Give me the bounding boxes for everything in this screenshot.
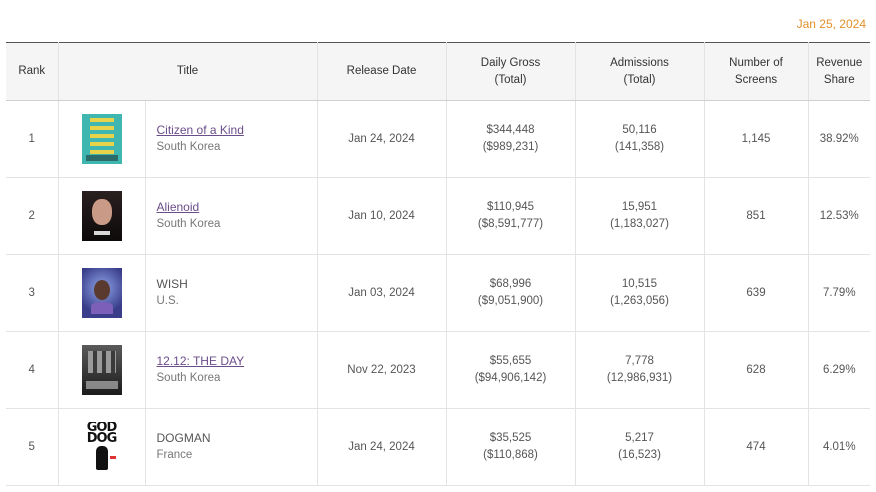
title-cell: Alienoid South Korea: [145, 177, 318, 255]
gross-cell: $35,525 ($110,868): [446, 408, 576, 486]
daily-gross: $35,525: [489, 432, 532, 444]
release-date-cell: Jan 03, 2024: [317, 254, 447, 332]
title-cell: WISH U.S.: [145, 254, 318, 332]
rank-cell: 1: [6, 100, 59, 178]
col-header-title: Title: [58, 42, 318, 101]
movie-country: U.S.: [156, 295, 179, 307]
daily-admissions: 7,778: [625, 355, 654, 367]
admissions-cell: 7,778 (12,986,931): [575, 331, 705, 409]
poster-cell: [58, 177, 146, 255]
rank-cell: 5: [6, 408, 59, 486]
movie-poster-image[interactable]: [81, 345, 122, 395]
col-header-screens: Number of Screens: [704, 42, 809, 101]
movie-country: France: [156, 449, 193, 461]
poster-figure: [95, 446, 108, 470]
revenue-share-cell: 12.53%: [808, 177, 870, 255]
release-date-cell: Jan 10, 2024: [317, 177, 447, 255]
admissions-cell: 10,515 (1,263,056): [575, 254, 705, 332]
movie-title: WISH: [156, 277, 188, 291]
col-header-rank: Rank: [6, 42, 59, 101]
col-header-daily-gross-l1: Daily Gross: [480, 56, 541, 69]
movie-poster-image[interactable]: [81, 114, 122, 164]
box-office-table: Rank Title Release Date Daily Gross (Tot…: [6, 42, 870, 486]
total-admissions: (12,986,931): [606, 372, 673, 384]
admissions-cell: 5,217 (16,523): [575, 408, 705, 486]
gross-cell: $55,655 ($94,906,142): [446, 331, 576, 409]
total-admissions: (16,523): [618, 449, 661, 461]
poster-cell: [58, 331, 146, 409]
poster-logo-text: DOG: [86, 431, 118, 446]
movie-title: DOGMAN: [156, 431, 211, 445]
table-row: 4 12.12: THE DAY South Korea Nov 22, 202…: [6, 331, 870, 409]
daily-admissions: 5,217: [625, 432, 654, 444]
total-admissions: (1,183,027): [610, 218, 669, 230]
revenue-share-cell: 38.92%: [808, 100, 870, 178]
movie-title-link[interactable]: Citizen of a Kind: [157, 122, 315, 139]
release-date-cell: Jan 24, 2024: [317, 100, 447, 178]
table-row: 5 GOD DOG DOGMAN France Jan 24, 2024 $35…: [6, 408, 870, 486]
rank-cell: 3: [6, 254, 59, 332]
col-header-daily-gross-l2: (Total): [494, 73, 527, 86]
table-header-row: Rank Title Release Date Daily Gross (Tot…: [6, 42, 870, 101]
daily-admissions: 50,116: [622, 124, 657, 136]
daily-admissions: 10,515: [621, 278, 658, 290]
admissions-cell: 50,116 (141,358): [575, 100, 705, 178]
poster-cell: [58, 100, 146, 178]
revenue-share-cell: 6.29%: [808, 331, 870, 409]
title-cell: 12.12: THE DAY South Korea: [145, 331, 318, 409]
col-header-revenue-share: Revenue Share: [808, 42, 870, 101]
total-gross: ($9,051,900): [477, 295, 544, 307]
revenue-share-cell: 4.01%: [808, 408, 870, 486]
title-cell: DOGMAN France: [145, 408, 318, 486]
total-admissions: (141,358): [614, 141, 665, 153]
daily-gross: $55,655: [489, 355, 532, 367]
table-row: 2 Alienoid South Korea Jan 10, 2024 $110…: [6, 177, 870, 255]
total-gross: ($989,231): [482, 141, 539, 153]
gross-cell: $68,996 ($9,051,900): [446, 254, 576, 332]
admissions-cell: 15,951 (1,183,027): [575, 177, 705, 255]
release-date-cell: Nov 22, 2023: [317, 331, 447, 409]
screens-cell: 639: [704, 254, 809, 332]
poster-cell: GOD DOG: [58, 408, 146, 486]
poster-cell: [58, 254, 146, 332]
col-header-release-date: Release Date: [317, 42, 447, 101]
rank-cell: 2: [6, 177, 59, 255]
poster-accent: [109, 456, 116, 459]
col-header-revenue-share-l1: Revenue: [816, 56, 863, 69]
rank-cell: 4: [6, 331, 59, 409]
movie-poster-image[interactable]: GOD DOG: [81, 422, 122, 472]
movie-country: South Korea: [156, 218, 221, 230]
report-date: Jan 25, 2024: [796, 17, 866, 31]
daily-gross: $68,996: [489, 278, 532, 290]
total-gross: ($110,868): [483, 449, 538, 461]
movie-poster-image[interactable]: [81, 268, 122, 318]
movie-title-link[interactable]: Alienoid: [157, 199, 315, 216]
total-admissions: (1,263,056): [610, 295, 669, 307]
screens-cell: 628: [704, 331, 809, 409]
col-header-admissions: Admissions (Total): [575, 42, 705, 101]
revenue-share-cell: 7.79%: [808, 254, 870, 332]
daily-gross: $110,945: [486, 201, 535, 213]
movie-title-link[interactable]: 12.12: THE DAY: [157, 353, 315, 370]
title-cell: Citizen of a Kind South Korea: [145, 100, 318, 178]
daily-gross: $344,448: [486, 124, 535, 136]
col-header-daily-gross: Daily Gross (Total): [446, 42, 576, 101]
screens-cell: 851: [704, 177, 809, 255]
gross-cell: $344,448 ($989,231): [446, 100, 576, 178]
screens-cell: 474: [704, 408, 809, 486]
daily-admissions: 15,951: [621, 201, 658, 213]
gross-cell: $110,945 ($8,591,777): [446, 177, 576, 255]
movie-country: South Korea: [156, 372, 221, 384]
release-date-cell: Jan 24, 2024: [317, 408, 447, 486]
total-gross: ($8,591,777): [477, 218, 544, 230]
col-header-admissions-l1: Admissions: [610, 56, 669, 69]
table-row: 1 Citizen of a Kind South Korea Jan 24, …: [6, 100, 870, 178]
movie-poster-image[interactable]: [81, 191, 122, 241]
col-header-revenue-share-l2: Share: [823, 73, 855, 86]
movie-country: South Korea: [156, 141, 221, 153]
col-header-admissions-l2: (Total): [623, 73, 656, 86]
total-gross: ($94,906,142): [474, 372, 547, 384]
screens-cell: 1,145: [704, 100, 809, 178]
table-row: 3 WISH U.S. Jan 03, 2024 $68,996 ($9,051…: [6, 254, 870, 332]
